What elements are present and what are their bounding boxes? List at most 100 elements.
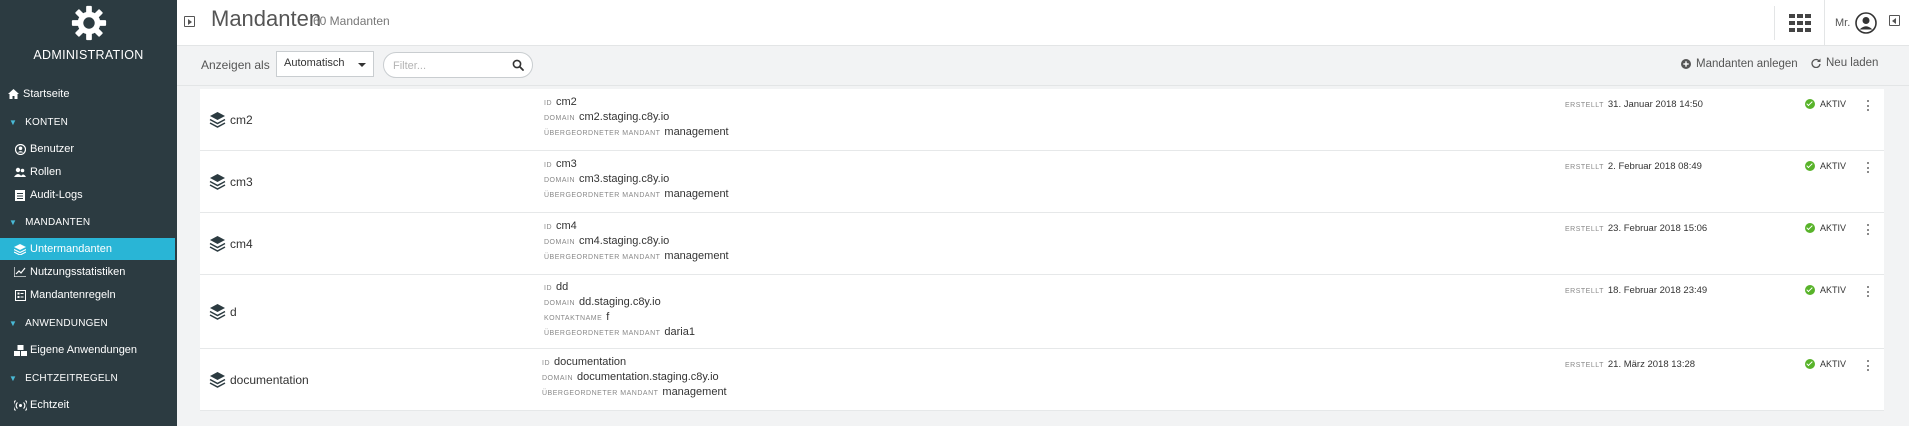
page-title: Mandanten <box>211 6 322 31</box>
tenant-id: cm3 <box>556 158 577 170</box>
sidebar-section-label: ECHTZEITREGELN <box>25 372 118 384</box>
sidebar-item-mandantenregeln[interactable]: Mandantenregeln <box>0 284 116 306</box>
parent-label: ÜBERGEORDNETER MANDANT <box>542 390 659 397</box>
sidebar-item-audit-logs[interactable]: Audit-Logs <box>0 184 83 206</box>
domain-label: DOMAIN <box>544 115 575 122</box>
tenant-parent: management <box>664 188 729 200</box>
created-info: ERSTELLT 23. Februar 2018 15:06 <box>1565 223 1707 234</box>
dropdown-arrow-icon <box>358 63 366 67</box>
tenant-row[interactable]: cm2 ID cm2 DOMAIN cm2.staging.c8y.io ÜBERG… <box>200 89 1884 151</box>
view-mode-value: Automatisch <box>284 57 345 69</box>
created-date: 18. Februar 2018 23:49 <box>1607 285 1708 296</box>
grid-icon <box>1788 14 1811 32</box>
chevron-down-icon: ▼ <box>9 373 18 383</box>
created-date: 31. Januar 2018 14:50 <box>1607 99 1703 110</box>
status-badge: AKTIV <box>1805 99 1846 109</box>
tenant-row[interactable]: documentation ID documentation DOMAIN docu… <box>200 349 1884 411</box>
tenant-name[interactable]: documentation <box>230 373 309 387</box>
user-menu[interactable]: Mr. <box>1824 0 1884 46</box>
layers-icon <box>209 372 226 388</box>
more-actions-icon[interactable] <box>1867 100 1870 111</box>
sidebar-item-benutzer[interactable]: Benutzer <box>0 138 74 160</box>
status-label: AKTIV <box>1820 161 1847 171</box>
sidebar-section-mandanten[interactable]: ▼ MANDANTEN <box>0 211 90 233</box>
sidebar-section-label: ANWENDUNGEN <box>25 317 108 329</box>
sidebar-item-nutzungsstatistiken[interactable]: Nutzungsstatistiken <box>0 261 125 283</box>
tenant-name[interactable]: cm3 <box>230 175 253 189</box>
sidebar-item-label: Benutzer <box>30 143 75 155</box>
sidebar-section-konten[interactable]: ▼ KONTEN <box>0 111 68 133</box>
status-label: AKTIV <box>1820 223 1847 233</box>
created-info: ERSTELLT 18. Februar 2018 23:49 <box>1565 285 1707 296</box>
tenant-parent: management <box>664 126 729 138</box>
more-actions-icon[interactable] <box>1867 224 1870 235</box>
user-icon <box>13 143 27 155</box>
sidebar-section-anwendungen[interactable]: ▼ ANWENDUNGEN <box>0 312 108 334</box>
tenant-row[interactable]: cm4 ID cm4 DOMAIN cm4.staging.c8y.io ÜBERG… <box>200 213 1884 275</box>
id-label: ID <box>544 162 552 169</box>
created-label: ERSTELLT <box>1565 362 1604 369</box>
status-badge: AKTIV <box>1805 223 1846 233</box>
tenant-details: ID cm2 DOMAIN cm2.staging.c8y.io ÜBERGEORD… <box>544 96 729 141</box>
tenant-name[interactable]: cm2 <box>230 113 253 127</box>
more-actions-icon[interactable] <box>1867 360 1870 371</box>
reload-button[interactable]: Neu laden <box>1811 57 1878 69</box>
chevron-down-icon: ▼ <box>9 217 18 227</box>
id-label: ID <box>544 285 552 292</box>
header: Mandanten 60 Mandanten Mr. <box>177 0 1909 46</box>
tenant-name[interactable]: cm4 <box>230 237 253 251</box>
home-icon <box>6 88 20 100</box>
sidebar-item-label: Nutzungsstatistiken <box>30 266 126 278</box>
created-label: ERSTELLT <box>1565 288 1604 295</box>
tenant-row[interactable]: d ID dd DOMAIN dd.staging.c8y.io KONTAKTNA… <box>200 275 1884 349</box>
layers-icon <box>209 236 226 252</box>
search-icon[interactable] <box>512 59 524 71</box>
add-tenant-button[interactable]: Mandanten anlegen <box>1681 58 1798 70</box>
tenant-count: 60 Mandanten <box>313 14 390 28</box>
parent-label: ÜBERGEORDNETER MANDANT <box>544 130 661 137</box>
domain-label: DOMAIN <box>544 300 575 307</box>
more-actions-icon[interactable] <box>1867 286 1870 297</box>
sidebar-item-label: Startseite <box>23 88 70 100</box>
tenant-id: dd <box>556 281 569 293</box>
more-actions-icon[interactable] <box>1867 162 1870 173</box>
status-badge: AKTIV <box>1805 285 1846 295</box>
cubes-icon <box>13 344 27 356</box>
id-label: ID <box>542 360 550 367</box>
layers-icon <box>209 112 226 128</box>
sidebar-item-label: Echtzeit <box>30 399 70 411</box>
tenant-name[interactable]: d <box>230 305 237 319</box>
filter-field[interactable] <box>383 52 533 78</box>
collapse-sidebar-icon[interactable] <box>184 16 195 27</box>
sidebar-item-startseite[interactable]: Startseite <box>0 83 69 105</box>
tenant-details: ID documentation DOMAIN documentation.stag… <box>542 356 727 401</box>
view-mode-select[interactable]: Automatisch <box>276 51 374 77</box>
status-label: AKTIV <box>1820 99 1847 109</box>
parent-label: ÜBERGEORDNETER MANDANT <box>544 330 661 337</box>
contact-label: KONTAKTNAME <box>544 315 603 322</box>
sidebar-section-echtzeitregeln[interactable]: ▼ ECHTZEITREGELN <box>0 367 118 389</box>
parent-label: ÜBERGEORDNETER MANDANT <box>544 192 661 199</box>
tenant-id: documentation <box>554 356 627 368</box>
sidebar-item-untermandanten[interactable]: Untermandanten <box>0 238 175 260</box>
status-badge: AKTIV <box>1805 359 1846 369</box>
sidebar-item-rollen[interactable]: Rollen <box>0 161 61 183</box>
app-switcher-button[interactable] <box>1774 6 1824 40</box>
status-label: AKTIV <box>1820 359 1847 369</box>
sidebar-item-label: Rollen <box>30 166 62 178</box>
sidebar-section-label: MANDANTEN <box>25 216 91 228</box>
check-circle-icon <box>1805 161 1815 171</box>
tenant-domain: documentation.staging.c8y.io <box>577 371 719 383</box>
sidebar-item-eigene-anwendungen[interactable]: Eigene Anwendungen <box>0 339 137 361</box>
tenant-parent: management <box>664 250 729 262</box>
created-label: ERSTELLT <box>1565 102 1604 109</box>
tenant-parent: daria1 <box>664 326 695 338</box>
filter-input[interactable] <box>393 58 503 73</box>
sidebar-item-echtzeit[interactable]: Echtzeit <box>0 394 69 416</box>
created-date: 21. März 2018 13:28 <box>1607 359 1696 370</box>
tenant-details: ID cm3 DOMAIN cm3.staging.c8y.io ÜBERGEORD… <box>544 158 729 203</box>
layers-icon <box>13 243 27 255</box>
collapse-right-panel-icon[interactable] <box>1889 15 1900 26</box>
tenant-row[interactable]: cm3 ID cm3 DOMAIN cm3.staging.c8y.io ÜBERG… <box>200 151 1884 213</box>
sidebar-item-label: Mandantenregeln <box>30 289 116 301</box>
